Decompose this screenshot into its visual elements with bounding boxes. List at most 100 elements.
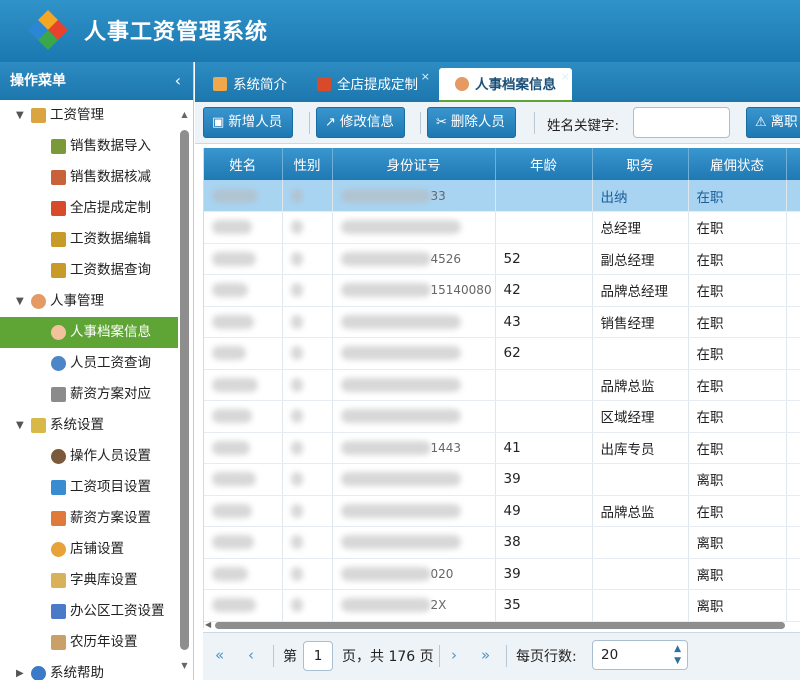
clock-icon xyxy=(51,542,66,557)
cell-name xyxy=(204,337,283,370)
resign-button[interactable]: ⚠ 离职 xyxy=(746,107,800,138)
tab-personnel-records[interactable]: 人事档案信息 × xyxy=(439,68,572,102)
age-value: 39 xyxy=(503,565,521,582)
tab-doc-icon xyxy=(317,77,331,91)
scroll-up-icon[interactable]: ▲ xyxy=(180,110,189,119)
id-visible-digits: 2X xyxy=(430,598,447,613)
position-value: 区域经理 xyxy=(600,410,655,427)
expand-arrow-icon[interactable]: ▼ xyxy=(16,100,24,131)
table-row[interactable]: 49 品牌总监 在职 xyxy=(204,495,800,527)
menu-group-personnel[interactable]: ▼ 人事管理 xyxy=(0,286,178,317)
cell-age: 39 xyxy=(495,558,593,590)
first-page-icon[interactable]: « xyxy=(215,646,224,664)
menu-item-office-salary-settings[interactable]: 办公区工资设置 xyxy=(0,596,178,627)
menu-item-personnel-records[interactable]: 人事档案信息 xyxy=(0,317,178,348)
rows-per-page-select[interactable]: 20 ▲ ▼ xyxy=(592,640,688,670)
collapsed-arrow-icon[interactable]: ▶ xyxy=(16,658,24,680)
prev-page-icon[interactable]: ‹ xyxy=(248,646,254,664)
table-row[interactable]: 62 在职 xyxy=(204,337,800,370)
menu-item-salary-edit[interactable]: 工资数据编辑 xyxy=(0,224,178,255)
sidebar-scroll-thumb[interactable] xyxy=(180,130,189,650)
column-header-gender[interactable]: 性别 xyxy=(282,148,333,180)
menu-item-sales-reduce[interactable]: 销售数据核减 xyxy=(0,162,178,193)
grid-scroll-thumb[interactable] xyxy=(215,622,785,629)
next-page-icon[interactable]: › xyxy=(451,646,457,664)
menu-item-lunar-year-settings[interactable]: 农历年设置 xyxy=(0,627,178,658)
table-row[interactable]: 总经理 在职 xyxy=(204,211,800,244)
column-header-id[interactable]: 身份证号 xyxy=(332,148,496,180)
menu-item-salary-plan-map[interactable]: 薪资方案对应 xyxy=(0,379,178,410)
cell-gender xyxy=(282,211,333,244)
table-row[interactable]: 020 39 离职 xyxy=(204,558,800,590)
table-row[interactable]: 品牌总监 在职 xyxy=(204,369,800,401)
menu-group-salary[interactable]: ▼ 工资管理 xyxy=(0,100,178,131)
expand-arrow-icon[interactable]: ▼ xyxy=(16,410,24,441)
cell-gender xyxy=(282,369,333,401)
age-value: 39 xyxy=(503,471,521,488)
status-value: 在职 xyxy=(696,347,724,364)
redacted-value xyxy=(290,377,303,392)
column-header-extra[interactable] xyxy=(786,148,800,180)
close-icon[interactable]: × xyxy=(561,60,570,94)
table-row[interactable]: 1443 41 出库专员 在职 xyxy=(204,432,800,464)
menu-item-dictionary-settings[interactable]: 字典库设置 xyxy=(0,565,178,596)
last-page-icon[interactable]: » xyxy=(481,646,490,664)
scroll-down-icon[interactable]: ▼ xyxy=(180,661,189,670)
edit-info-button[interactable]: ↗ 修改信息 xyxy=(316,107,405,138)
age-value: 38 xyxy=(503,534,521,551)
tab-intro[interactable]: 系统简介 xyxy=(213,68,287,102)
cell-gender xyxy=(282,180,333,212)
menu-group-help[interactable]: ▶ 系统帮助 xyxy=(0,658,178,680)
menu-item-label: 全店提成定制 xyxy=(70,200,151,216)
add-user-button[interactable]: ▣ 新增人员 xyxy=(203,107,294,138)
close-icon[interactable]: × xyxy=(421,60,430,94)
cell-position: 区域经理 xyxy=(592,400,689,433)
table-row[interactable]: 43 销售经理 在职 xyxy=(204,306,800,338)
column-header-position[interactable]: 职务 xyxy=(592,148,689,180)
cell-extra xyxy=(786,432,800,464)
menu-item-store-settings[interactable]: 店铺设置 xyxy=(0,534,178,565)
menu-item-salary-item-settings[interactable]: 工资项目设置 xyxy=(0,472,178,503)
delete-user-button[interactable]: ✂ 删除人员 xyxy=(427,107,516,138)
menu-item-operator-settings[interactable]: 操作人员设置 xyxy=(0,441,178,472)
tab-store-commission[interactable]: 全店提成定制 × xyxy=(317,68,430,102)
spinner-icon[interactable]: ▲ ▼ xyxy=(674,643,681,667)
cell-name xyxy=(204,180,283,212)
redacted-value xyxy=(340,566,431,581)
person-icon xyxy=(51,325,66,340)
id-visible-digits: 020 xyxy=(430,566,454,581)
menu-item-staff-salary-query[interactable]: 人员工资查询 xyxy=(0,348,178,379)
scroll-left-icon[interactable]: ◀ xyxy=(205,620,211,629)
collapse-icon[interactable]: ‹ xyxy=(175,62,181,100)
cell-extra xyxy=(786,463,800,496)
column-header-status[interactable]: 雇佣状态 xyxy=(688,148,787,180)
redacted-value xyxy=(290,283,303,298)
table-row[interactable]: 33 出纳 在职 xyxy=(204,180,800,212)
menu-item-sales-import[interactable]: 销售数据导入 xyxy=(0,131,178,162)
name-search-input[interactable] xyxy=(633,107,730,138)
menu-item-salary-query[interactable]: 工资数据查询 xyxy=(0,255,178,286)
column-header-name[interactable]: 姓名 xyxy=(204,148,283,180)
expand-arrow-icon[interactable]: ▼ xyxy=(16,286,24,317)
table-row[interactable]: 区域经理 在职 xyxy=(204,400,800,433)
redacted-value xyxy=(212,188,258,203)
column-header-age[interactable]: 年龄 xyxy=(495,148,593,180)
table-row[interactable]: 4526 52 副总经理 在职 xyxy=(204,243,800,275)
redacted-value xyxy=(212,535,254,550)
cell-gender xyxy=(282,558,333,590)
redacted-value xyxy=(212,440,250,455)
page-number-input[interactable]: 1 xyxy=(303,641,333,671)
table-row[interactable]: 2X 35 离职 xyxy=(204,589,800,622)
grid-horizontal-scrollbar[interactable]: ◀ xyxy=(203,620,800,630)
menu-item-salary-plan-settings[interactable]: 薪资方案设置 xyxy=(0,503,178,534)
table-row[interactable]: 39 离职 xyxy=(204,463,800,496)
sidebar-scrollbar[interactable]: ▲ ▼ xyxy=(180,110,189,670)
position-value: 品牌总监 xyxy=(600,504,655,521)
menu-item-store-commission[interactable]: 全店提成定制 xyxy=(0,193,178,224)
cell-age: 52 xyxy=(495,243,593,275)
table-row[interactable]: 38 离职 xyxy=(204,526,800,559)
doc-edit-icon xyxy=(51,232,66,247)
menu-group-system[interactable]: ▼ 系统设置 xyxy=(0,410,178,441)
menu-item-label: 人员工资查询 xyxy=(70,355,151,371)
table-row[interactable]: 15140080 42 品牌总经理 在职 xyxy=(204,274,800,307)
